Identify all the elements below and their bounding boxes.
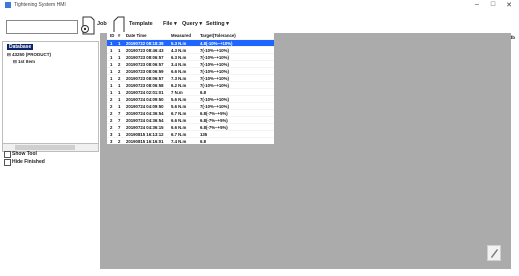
minimize-button[interactable]: – [470,1,484,8]
header-id[interactable]: ID [110,33,118,38]
hide-finished-checkbox[interactable] [4,159,11,166]
table-row[interactable]: 1 1 20190722 08:18:38 5.3 N.m 4.8(-10%~+10%) [107,39,274,46]
results-workspace: ID # Date Time Measured Target(Tolerance… [100,32,511,269]
window-title: Tightening System HMI [14,2,66,8]
setting-menu[interactable]: Setting ▾ [206,21,229,27]
template-button[interactable]: Template [129,21,153,27]
table-row[interactable]: 2 7 20190724 04:36:54 6.6 N.m 6.8(-7%~+5%) [107,116,274,123]
table-row[interactable]: 1 2 20190723 08:06:57 3.4 N.m 7(-10%~+10%) [107,60,274,67]
table-header: ID # Date Time Measured Target(Tolerance… [107,32,274,39]
scrollbar-thumb[interactable] [15,145,75,150]
pencil-icon [491,249,498,258]
table-row[interactable]: 3 2 20190815 16:16:01 7.4 N.m 6.8 [107,137,274,144]
header-date-time[interactable]: Date Time [126,33,170,38]
header-measured[interactable]: Measured [171,33,199,38]
cell-measured: 7.4 N.m [171,139,187,144]
table-row[interactable]: 2 7 20190724 04:36:15 6.6 N.m 6.8(-7%~+5%) [107,123,274,130]
tree-item-product[interactable]: ⊟ 43250 (PRODUCT) [7,52,51,58]
table-row[interactable]: 1 1 20190723 08:06:57 6.3 N.m 7(-10%~+10%) [107,53,274,60]
job-icon[interactable] [80,16,95,35]
left-panel: Database ⊟ 43250 (PRODUCT) ⊟ 1st Item Sh… [0,41,100,276]
table-row[interactable]: 1 2 20190723 08:06:57 7.3 N.m 7(-10%~+10%) [107,74,274,81]
header-target[interactable]: Target(Tolerance) [200,33,272,38]
job-tree[interactable]: Database ⊟ 43250 (PRODUCT) ⊟ 1st Item [2,41,99,145]
table-row[interactable]: 3 1 20190815 16:13:12 6.7 N.m 135 [107,130,274,137]
table-row[interactable]: 1 1 20190723 08:06:58 6.2 N.m 7(-10%~+10%) [107,81,274,88]
table-row[interactable]: 2 1 20190724 04:09:50 5.6 N.m 7(-10%~+10%) [107,102,274,109]
cell-target: 6.8 [200,139,206,144]
cell-id: 3 [110,139,113,144]
query-menu[interactable]: Query ▾ [182,21,202,27]
show-tool-label: Show Tool [12,151,37,157]
hide-finished-label: Hide Finished [12,159,45,165]
maximize-button[interactable]: □ [486,1,500,8]
header-number[interactable]: # [118,33,125,38]
cell-date-time: 20190815 16:16:01 [126,139,164,144]
table-row[interactable]: 1 2 20190723 08:06:59 6.6 N.m 7(-10%~+10%) [107,67,274,74]
table-row[interactable]: 2 7 20190724 04:36:54 6.7 N.m 6.8(-7%~+5%) [107,109,274,116]
cell-number: 2 [118,139,121,144]
show-tool-checkbox[interactable] [4,151,11,158]
table-row[interactable]: 1 1 20190723 08:46:43 4.3 N.m 7(-10%~+10%) [107,46,274,53]
tree-item-first[interactable]: ⊟ 1st Item [13,59,35,65]
table-row[interactable]: 2 1 20190724 04:09:50 5.6 N.m 7(-10%~+10%) [107,95,274,102]
job-search-input[interactable] [6,20,78,34]
job-button[interactable]: Job [97,21,107,27]
table-row[interactable]: 1 1 20190724 02:01:01 7 N.m 6.8 [107,88,274,95]
app-icon [5,2,11,8]
file-menu[interactable]: File ▾ [163,21,177,27]
edit-icon[interactable] [487,245,501,261]
close-button[interactable]: ✕ [502,1,516,9]
tree-item-database[interactable]: Database [7,44,34,50]
